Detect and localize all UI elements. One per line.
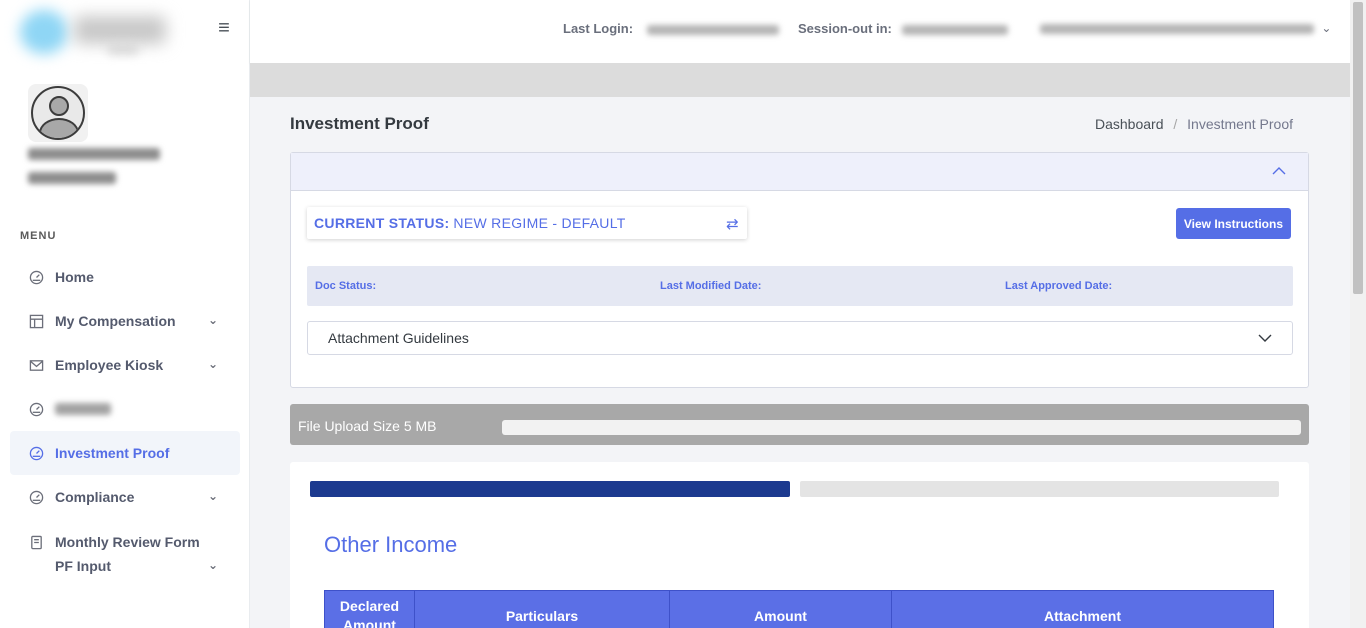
stepper-step-1[interactable] [310, 481, 790, 497]
swap-icon[interactable]: ⇄ [726, 215, 739, 233]
sidebar-item-monthly-review-form[interactable]: Monthly Review Form PF Input ⌄ [10, 519, 240, 575]
column-header: Amount [669, 590, 892, 628]
chevron-up-icon[interactable] [1270, 163, 1288, 181]
upload-size-label: File Upload Size 5 MB [298, 418, 437, 434]
sidebar: ≡ MENU Home My Compensation ⌄ Employee K… [0, 0, 250, 628]
chevron-down-icon: ⌄ [207, 489, 218, 503]
menu-title: MENU [20, 230, 57, 242]
other-income-table: Declared Amount Particulars Amount Attac… [324, 590, 1274, 628]
header-band [250, 63, 1350, 97]
sidebar-item-label: My Compensation [55, 313, 176, 329]
chevron-down-icon: ⌄ [207, 357, 218, 371]
upload-progress-track [502, 420, 1301, 435]
session-timer: Session-out in: [798, 21, 1008, 36]
breadcrumb-current: Investment Proof [1187, 116, 1293, 132]
file-upload-bar: File Upload Size 5 MB [290, 404, 1309, 445]
last-approved-label: Last Approved Date: [1005, 280, 1113, 292]
sidebar-item-home[interactable]: Home [10, 255, 240, 299]
accordion-label: Attachment Guidelines [328, 330, 469, 346]
column-header: Attachment [891, 590, 1274, 628]
income-card: Other Income Declared Amount Particulars… [290, 462, 1309, 628]
sidebar-item-redacted[interactable] [10, 387, 240, 431]
top-header: Last Login: Session-out in: ⌄ [250, 0, 1350, 63]
doc-status-label: Doc Status: [315, 280, 377, 292]
status-value: NEW REGIME - DEFAULT [453, 215, 626, 231]
sidebar-item-label: Monthly Review Form PF Input [55, 534, 200, 574]
sidebar-item-label: Investment Proof [55, 445, 170, 461]
page-scrollbar[interactable] [1350, 0, 1366, 628]
user-name-redacted [1040, 23, 1314, 34]
dashboard-icon [28, 401, 44, 417]
section-title: Other Income [324, 532, 458, 557]
last-login-value-redacted [646, 24, 779, 35]
card-header [291, 153, 1308, 191]
sidebar-item-label: Home [55, 269, 94, 285]
session-label: Session-out in: [798, 21, 892, 36]
view-instructions-button[interactable]: View Instructions [1175, 208, 1291, 239]
sidebar-item-employee-kiosk[interactable]: Employee Kiosk ⌄ [10, 343, 240, 387]
dashboard-icon [28, 445, 44, 461]
scrollbar-thumb[interactable] [1353, 2, 1363, 294]
session-value-redacted [901, 24, 1008, 35]
current-status: CURRENT STATUS: NEW REGIME - DEFAULT ⇄ [307, 207, 747, 239]
sidebar-item-label: Compliance [55, 489, 135, 505]
last-login-label: Last Login: [563, 21, 634, 36]
company-logo[interactable] [18, 4, 168, 60]
chevron-down-icon: ⌄ [207, 313, 218, 327]
sidebar-item-compliance[interactable]: Compliance ⌄ [10, 475, 240, 519]
breadcrumb-dashboard-link[interactable]: Dashboard [1095, 116, 1164, 132]
chevron-down-icon: ⌄ [207, 558, 218, 572]
sidebar-item-my-compensation[interactable]: My Compensation ⌄ [10, 299, 240, 343]
column-header: Declared Amount [324, 590, 415, 628]
user-name-redacted [28, 148, 178, 196]
sidebar-item-label [55, 403, 111, 415]
sidebar-item-label: Employee Kiosk [55, 357, 164, 373]
hamburger-menu-icon[interactable]: ≡ [214, 18, 234, 38]
page-title: Investment Proof [290, 114, 429, 133]
sidebar-nav: Home My Compensation ⌄ Employee Kiosk ⌄ [10, 255, 240, 575]
status-label: CURRENT STATUS: [314, 215, 450, 231]
avatar [28, 84, 88, 142]
dashboard-icon [28, 269, 44, 285]
attachment-guidelines-accordion[interactable]: Attachment Guidelines [307, 321, 1293, 355]
dashboard-icon [28, 489, 44, 505]
table-icon [28, 313, 44, 329]
user-dropdown[interactable]: ⌄ [1040, 21, 1331, 35]
breadcrumb: Dashboard / Investment Proof [1095, 116, 1293, 132]
mail-icon [28, 357, 44, 373]
sidebar-item-investment-proof[interactable]: Investment Proof [10, 431, 240, 475]
last-modified-label: Last Modified Date: [660, 280, 762, 292]
breadcrumb-separator: / [1173, 116, 1178, 132]
chevron-down-icon [1258, 330, 1272, 346]
column-header: Particulars [414, 590, 670, 628]
chevron-down-icon: ⌄ [1321, 21, 1332, 35]
stepper-step-2[interactable] [800, 481, 1279, 497]
doc-status-row: Doc Status: Last Modified Date: Last App… [307, 266, 1293, 306]
last-login: Last Login: [563, 21, 779, 36]
status-card: CURRENT STATUS: NEW REGIME - DEFAULT ⇄ V… [290, 152, 1309, 388]
